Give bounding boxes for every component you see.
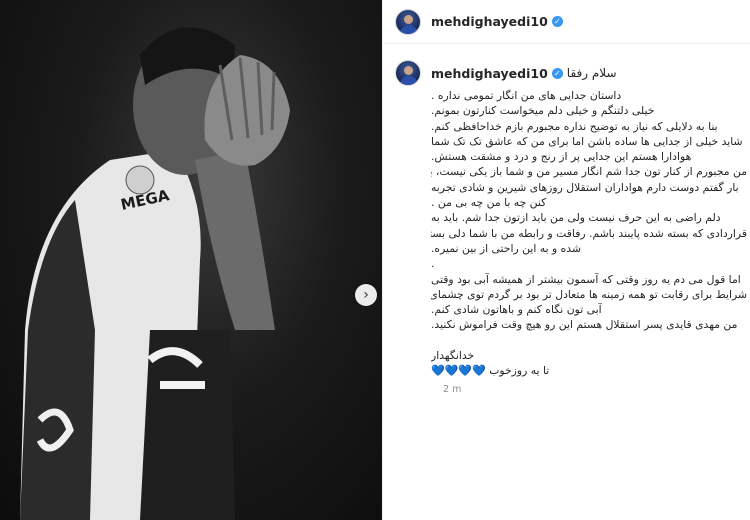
caption-line: . (431, 257, 435, 271)
carousel-next-icon[interactable]: › (355, 284, 377, 306)
post-username[interactable]: mehdighayedi10 (431, 14, 548, 29)
caption-line: آبی تون نگاه کنم و باهاتون شادی کنم. (431, 303, 602, 317)
verified-badge-icon: ✓ (551, 67, 563, 79)
forearm-shape (195, 150, 275, 330)
player-photo-illustration: MEGA (20, 27, 290, 520)
caption-line: اما قول می دم یه روز وقتی که آسمون بیشتر… (431, 272, 741, 286)
caption-signoff: خدانگهدار (431, 348, 475, 362)
post-timestamp[interactable]: 2 m (443, 384, 738, 395)
caption-line: من مهدی قایدی پسر استقلال هستم این رو هی… (431, 318, 738, 332)
caption-line: بار گفتم دوست دارم هواداران استقلال روزه… (431, 180, 739, 194)
caption-signoff-text: تا یه روزخوب (489, 364, 550, 378)
caption-line: شرایط برای رقابت تو همه زمینه ها متعادل … (431, 287, 747, 301)
avatar[interactable] (395, 8, 421, 35)
caption-line: دلم راضی به این حرف نیست ولی من باید ازت… (431, 211, 721, 225)
caption-line: من مجبورم از کنار تون جدا شم انگار مسیر … (431, 165, 747, 179)
caption-signoff-line: تا یه روزخوب 💙💙💙💙 (431, 363, 747, 378)
blue-heart-icon: 💙💙💙💙 (431, 364, 486, 378)
verified-badge-icon: ✓ (551, 16, 563, 27)
caption-line: کنن چه با من چه بی من . (431, 196, 547, 210)
caption-line: شده و به این راحتی از بین نمیره. (431, 241, 582, 255)
caption-header: mehdighayedi10 ✓ سلام رفقا (395, 60, 738, 86)
caption-line: بنا به دلایلی که نیاز به توضیح نداره مجب… (431, 119, 718, 133)
post-header: mehdighayedi10 ✓ (383, 0, 750, 44)
post-photo[interactable]: MEGA › (0, 0, 382, 520)
caption-line: هوادارا هستم این جدایی پر از رنج و درد و… (431, 150, 692, 164)
caption-line: خیلی دلتنگم و خیلی دلم میخواست کنارتون ب… (431, 104, 655, 118)
caption-line: داستان جدایی های من انگار تمومی نداره . (431, 89, 622, 102)
caption-body: داستان جدایی های من انگار تمومی نداره . … (431, 88, 747, 378)
post-sidebar: mehdighayedi10 ✓ mehdighayedi10 ✓ سلام ر… (382, 0, 750, 520)
caption: mehdighayedi10 ✓ سلام رفقا داستان جدایی … (383, 44, 750, 395)
avatar[interactable] (395, 60, 421, 86)
caption-greeting: سلام رفقا (566, 66, 617, 80)
caption-username[interactable]: mehdighayedi10 (431, 66, 548, 81)
caption-line: شاید خیلی از جدایی ها ساده باشن اما برای… (431, 134, 743, 148)
caption-line: قراردادی که بسته شده پایبند باشم. رفاقت … (431, 226, 747, 240)
